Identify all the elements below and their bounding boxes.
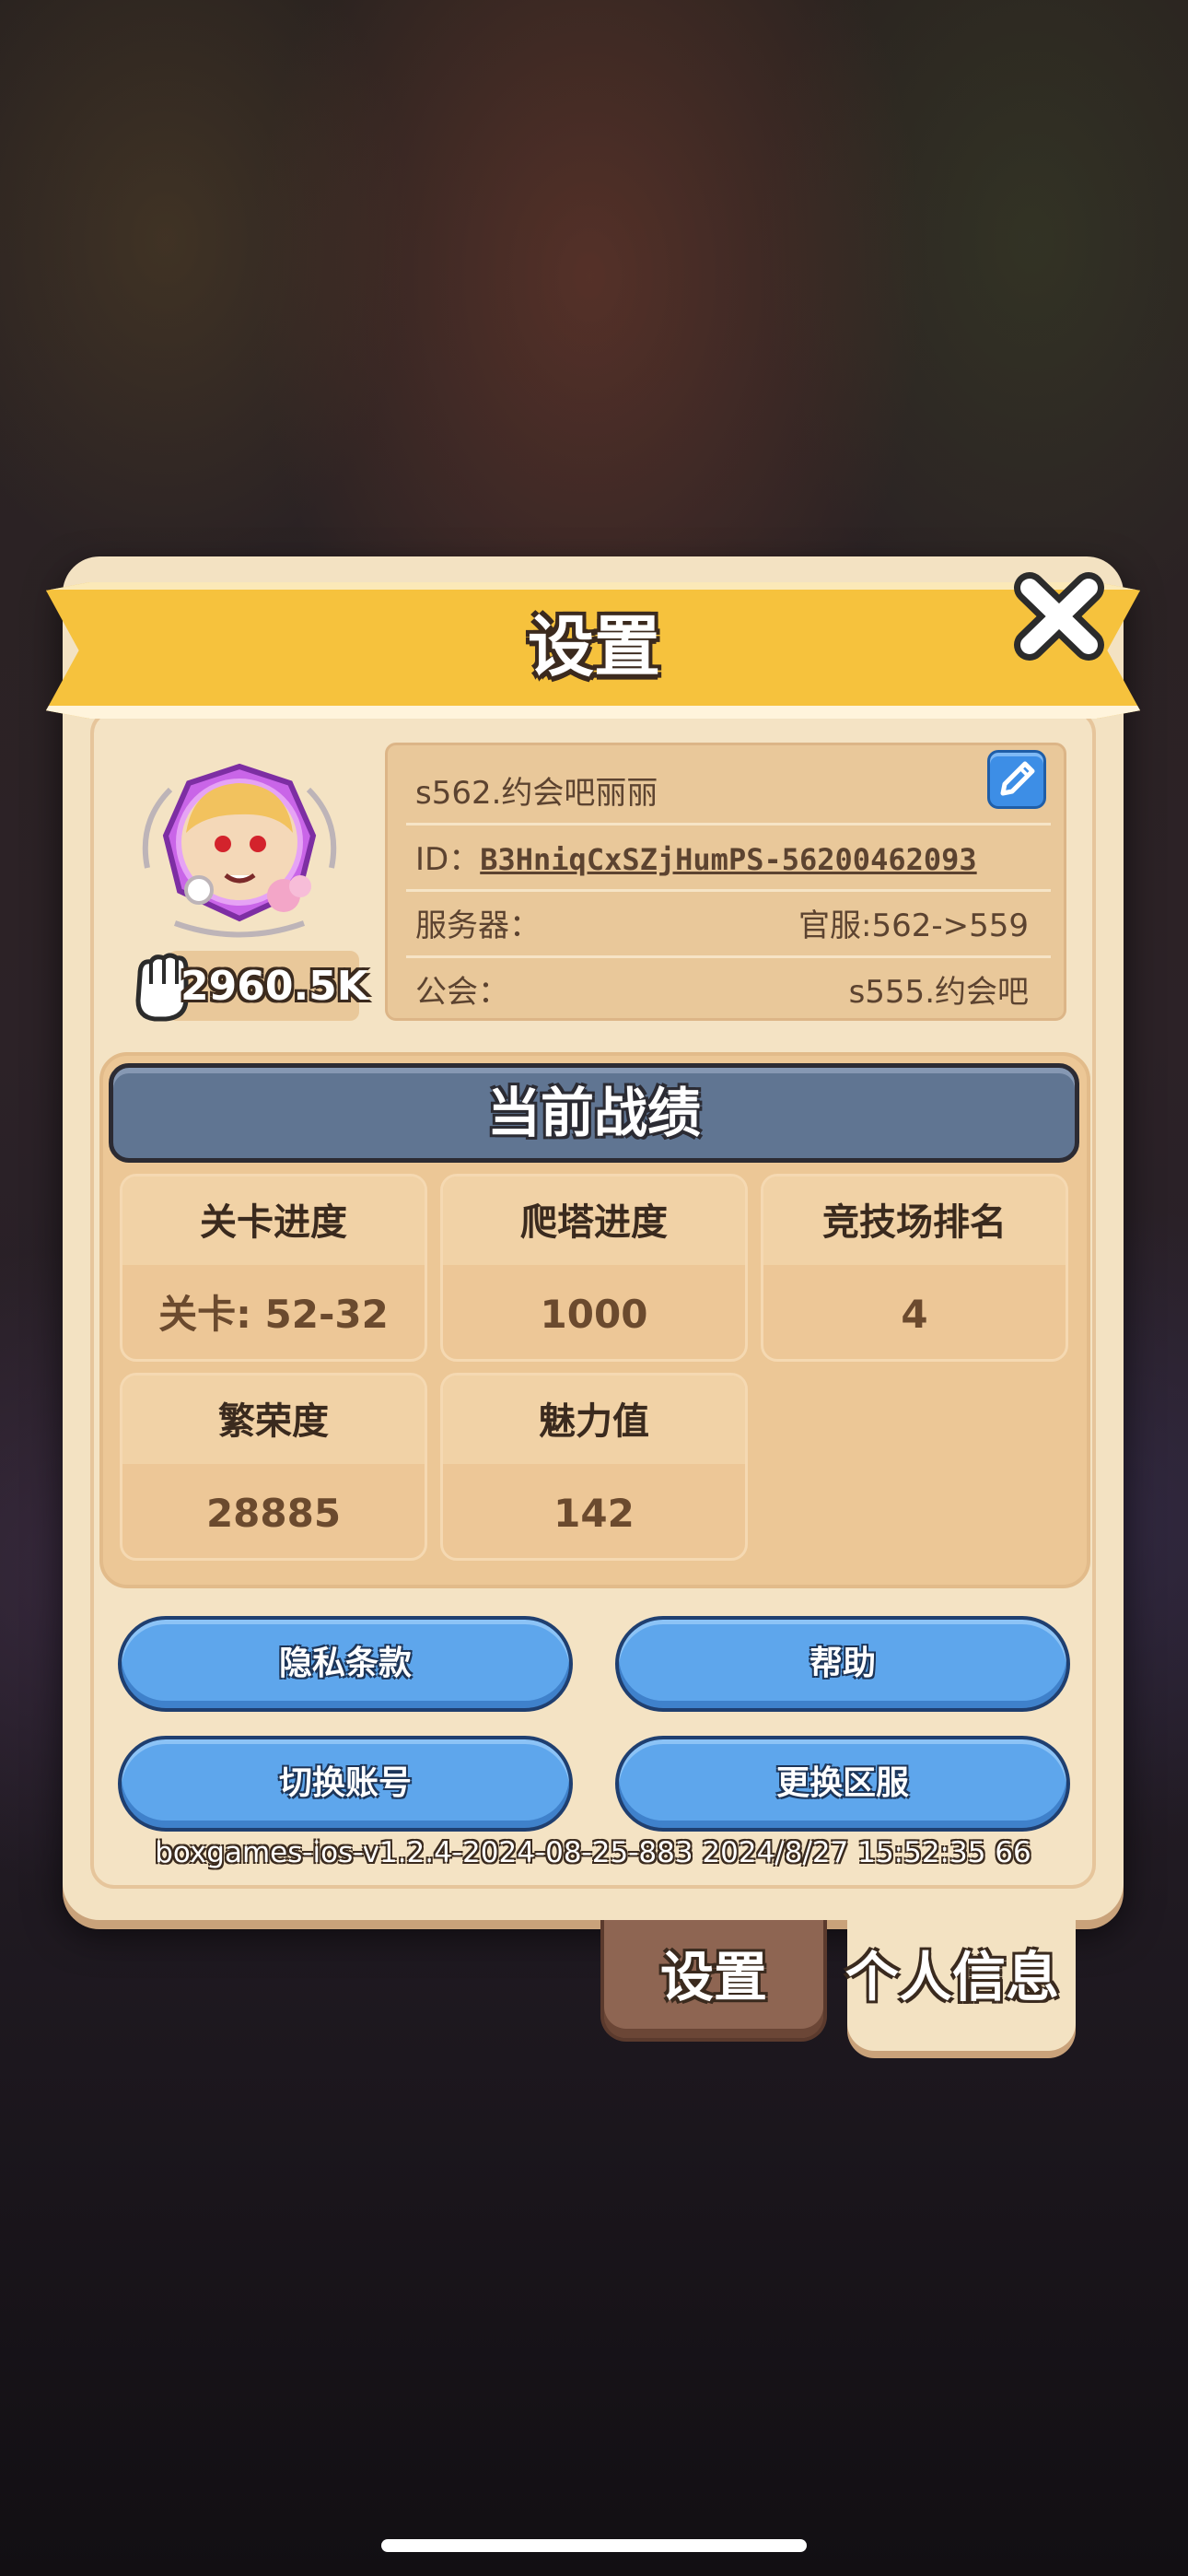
close-button[interactable]	[1004, 566, 1114, 667]
stat-value: 1000	[540, 1292, 648, 1337]
power-value: 2960.5K	[181, 963, 368, 1010]
page-title: 设置	[527, 608, 660, 685]
tab-profile-label: 个人信息	[844, 1946, 1059, 2008]
stat-value: 关卡: 52-32	[158, 1292, 389, 1337]
version-text: boxgames-ios-v1.2.4-2024-08-25-883 2024/…	[155, 1836, 1031, 1869]
divider	[406, 823, 1051, 825]
stat-tower-progress: 爬塔进度 1000	[440, 1174, 748, 1362]
player-id-label: ID：	[415, 841, 481, 878]
stat-label: 竞技场排名	[763, 1177, 1066, 1265]
stat-label: 魅力值	[443, 1376, 745, 1464]
player-id-link[interactable]: B3HniqCxSZjHumPS-56200462093	[480, 842, 976, 877]
help-button[interactable]: 帮助	[615, 1616, 1070, 1712]
close-icon	[1014, 572, 1104, 661]
avatar[interactable]	[120, 748, 359, 951]
stat-stage-progress: 关卡进度 关卡: 52-32	[120, 1174, 427, 1362]
stat-arena-rank: 竞技场排名 4	[761, 1174, 1068, 1362]
player-id-row: ID：B3HniqCxSZjHumPS-56200462093	[415, 832, 1042, 887]
stat-value: 28885	[205, 1491, 342, 1536]
avatar-portrait-icon	[142, 763, 337, 938]
change-server-button[interactable]: 更换区服	[615, 1736, 1070, 1832]
stat-charm: 魅力值 142	[440, 1373, 748, 1561]
player-name: s562.约会吧丽丽	[415, 775, 658, 812]
guild-row: 公会： s555.约会吧	[415, 965, 1042, 1020]
privacy-button[interactable]: 隐私条款	[118, 1616, 573, 1712]
server-value: 官服:562->559	[798, 907, 1029, 944]
divider	[406, 889, 1051, 892]
guild-value: s555.约会吧	[848, 974, 1029, 1011]
edit-name-button[interactable]	[987, 750, 1046, 809]
server-label: 服务器：	[415, 907, 541, 944]
stat-label: 关卡进度	[122, 1177, 425, 1265]
tab-profile[interactable]: 个人信息	[844, 1913, 1076, 2051]
pencil-icon	[1000, 761, 1035, 796]
home-indicator[interactable]	[381, 2539, 807, 2552]
tab-settings[interactable]: 设置	[600, 1920, 827, 2042]
switch-account-button[interactable]: 切换账号	[118, 1736, 573, 1832]
stat-prosperity: 繁荣度 28885	[120, 1373, 427, 1561]
divider	[406, 955, 1051, 958]
stat-label: 爬塔进度	[443, 1177, 745, 1265]
guild-label: 公会：	[415, 974, 509, 1011]
stats-title: 当前战绩	[486, 1082, 701, 1144]
player-info-card: s562.约会吧丽丽 ID：B3HniqCxSZjHumPS-562004620…	[385, 743, 1066, 1021]
stat-value: 4	[901, 1292, 928, 1337]
stat-label: 繁荣度	[122, 1376, 425, 1464]
server-row: 服务器： 官服:562->559	[415, 898, 1042, 954]
stat-value: 142	[553, 1491, 635, 1536]
